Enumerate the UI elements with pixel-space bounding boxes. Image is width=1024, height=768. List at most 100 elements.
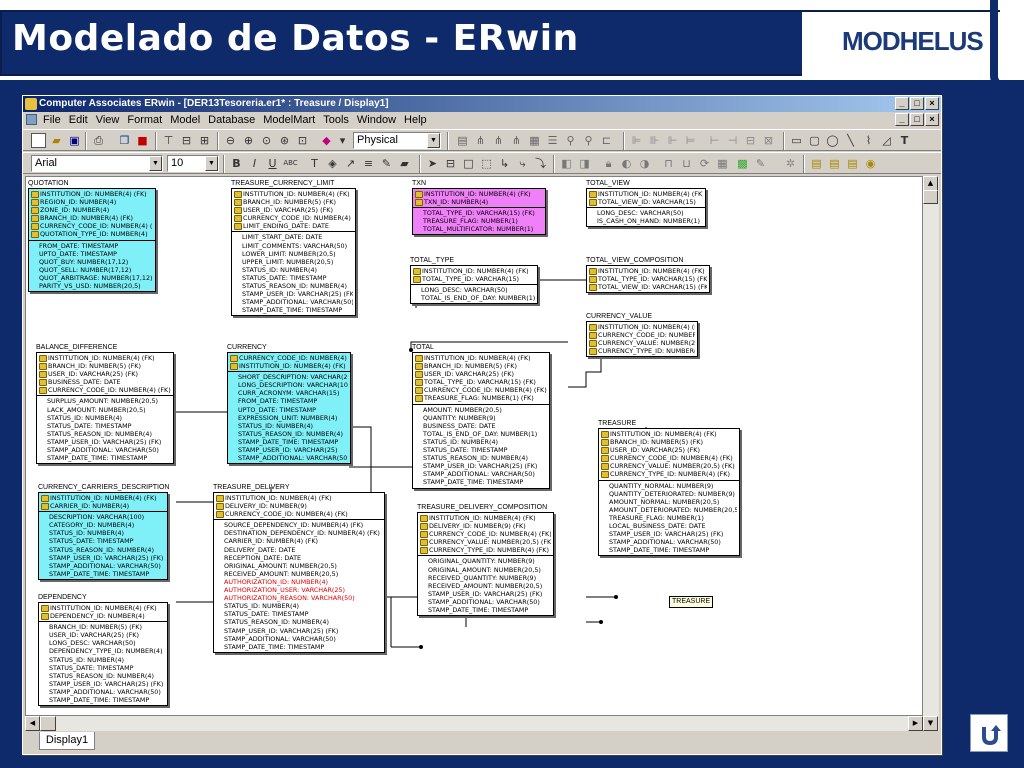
pen-color-icon[interactable]: ▰ [397,156,412,171]
align-center-icon[interactable]: ⊪ [647,133,662,148]
entity-attribute[interactable]: QUOT_BUY: NUMBER(17,12) [39,258,153,266]
entity-attribute[interactable]: STAMP_ADDITIONAL: VARCHAR(50) [238,454,348,462]
entity-treasure-currency-limit[interactable]: TREASURE_CURRENCY_LIMIT INSTITUTION_ID: N… [231,179,356,317]
key-attribute[interactable]: USER_ID: VARCHAR(25) (FK) [39,370,171,379]
polyline-icon[interactable]: ⌇ [861,133,876,148]
key-attribute[interactable]: CURRENCY_CODE_ID: NUMBER(4) (FK) [415,386,547,395]
entity-box[interactable]: INSTITUTION_ID: NUMBER(4) (FK) BRANCH_ID:… [412,352,550,489]
entity-attribute[interactable]: STAMP_DATE_TIME: TIMESTAMP [428,606,551,614]
entity-attribute[interactable]: STAMP_ADDITIONAL: VARCHAR(50) [423,470,547,478]
refresh-icon[interactable]: ⟳ [697,156,712,171]
entity-attribute[interactable]: AUTHORIZATION_USER: VARCHAR(25) [224,586,382,594]
key-attribute[interactable]: BUSINESS_DATE: DATE [39,378,171,387]
lock2-icon[interactable]: ⊓ [661,156,676,171]
entity-total-view-composition[interactable]: TOTAL_VIEW_COMPOSITION INSTITUTION_ID: NU… [586,256,710,294]
entity-total[interactable]: TOTAL INSTITUTION_ID: NUMBER(4) (FK) BRANC… [412,343,550,489]
entity-attribute[interactable]: DESCRIPTION: VARCHAR(100) [49,513,165,521]
strikethrough-icon[interactable]: ABC [283,156,298,171]
menu-edit[interactable]: Edit [65,112,92,128]
line-icon[interactable]: ╲ [843,133,858,148]
key-attribute[interactable]: INSTITUTION_ID: NUMBER(4) (FK) [589,190,703,199]
entity-attribute[interactable]: STAMP_DATE_TIME: TIMESTAMP [47,454,171,462]
rectangle-icon[interactable]: ▭ [789,133,804,148]
entity-box[interactable]: INSTITUTION_ID: NUMBER(4) (FK) BRANCH_ID:… [36,352,174,465]
entity-attribute[interactable]: STATUS_DATE: TIMESTAMP [423,446,547,454]
key-attribute[interactable]: TOTAL_VIEW_ID: VARCHAR(15) (FK) [589,283,707,292]
entity-attribute[interactable]: AMOUNT_DETERIORATED: NUMBER(20,5) [609,506,737,514]
rounded-rect-icon[interactable]: ▢ [807,133,822,148]
entity-attribute[interactable]: CARRIER_ID: NUMBER(4) (FK) [224,537,382,545]
save-icon[interactable]: ▣ [67,133,82,148]
entity-attribute[interactable]: FROM_DATE: TIMESTAMP [39,242,153,250]
entity-attribute[interactable]: STAMP_USER_ID: VARCHAR(25) (FK) [428,590,551,598]
zoom-select-icon[interactable]: ⊛ [277,133,292,148]
entity-attribute[interactable]: LOCAL_BUSINESS_DATE: DATE [609,522,737,530]
entity-box[interactable]: INSTITUTION_ID: NUMBER(4) (FK) TOTAL_VIEW… [586,188,706,228]
entity-attribute[interactable]: STATUS_ID: NUMBER(4) [238,422,348,430]
db-icon[interactable]: ◧ [559,156,574,171]
menu-modelmart[interactable]: ModelMart [259,112,319,128]
menu-window[interactable]: Window [353,112,400,128]
entity-currency[interactable]: CURRENCY CURRENCY_CODE_ID: NUMBER(4) INSTI… [227,343,351,465]
entity-attribute[interactable]: QUOT_ARBITRAGE: NUMBER(17,12) [39,274,153,282]
doc-close-button[interactable]: × [925,113,939,126]
font-size-select[interactable]: 10 ▼ [167,155,219,172]
subtype-icon[interactable]: ⊟ [179,133,194,148]
entity-box[interactable]: INSTITUTION_ID: NUMBER(4) (FK) BRANCH_ID:… [231,188,356,317]
zoom-in-icon[interactable]: ⊕ [241,133,256,148]
doc-yellow-icon[interactable]: ▤ [809,156,824,171]
zoom-out-icon[interactable]: ⊖ [223,133,238,148]
italic-button[interactable]: I [247,156,262,171]
entity-attribute[interactable]: SURPLUS_AMOUNT: NUMBER(20,5) [47,397,171,405]
many-rel-icon[interactable]: ⤵ [533,156,548,171]
ellipse-icon[interactable]: ◯ [825,133,840,148]
key-attribute[interactable]: REGION_ID: NUMBER(4) [31,198,153,207]
key-attribute[interactable]: INSTITUTION_ID: NUMBER(4) (FK) [216,494,382,503]
key-attribute[interactable]: CURRENCY_CODE_ID: NUMBER(4) (FK) [31,222,153,231]
entity-attribute[interactable]: STAMP_ADDITIONAL: VARCHAR(50) [47,446,171,454]
entity-attribute[interactable]: STATUS_DATE: TIMESTAMP [242,274,353,282]
key-attribute[interactable]: TOTAL_TYPE_ID: VARCHAR(15) [413,275,535,284]
entity-box[interactable]: INSTITUTION_ID: NUMBER(4) (FK) BRANCH_ID:… [598,428,740,557]
key-attribute[interactable]: TREASURE_FLAG: NUMBER(1) (FK) [415,394,547,403]
entity-attribute[interactable]: STAMP_ADDITIONAL: VARCHAR(50) [49,562,165,570]
key-attribute[interactable]: USER_ID: VARCHAR(25) (FK) [601,446,737,455]
db2-icon[interactable]: ◨ [577,156,592,171]
entity-balance-difference[interactable]: BALANCE_DIFFERENCE INSTITUTION_ID: NUMBER… [36,343,174,465]
entity-box[interactable]: INSTITUTION_ID: NUMBER(4) (FK) DELIVERY_I… [417,512,554,617]
entity-attribute[interactable]: STATUS_REASON_ID: NUMBER(4) [224,618,382,626]
entity-attribute[interactable]: RECEIVED_QUANTITY: NUMBER(9) [428,574,551,582]
entity-box[interactable]: INSTITUTION_ID: NUMBER(4) (FK) CARRIER_ID… [38,492,168,580]
lock3-icon[interactable]: ⊔ [679,156,694,171]
bold-button[interactable]: B [229,156,244,171]
entity-box[interactable]: INSTITUTION_ID: NUMBER(4) (FK) DELIVERY_I… [213,492,385,653]
identifying-rel-icon[interactable]: ↳ [497,156,512,171]
entity-treasure-delivery-composition[interactable]: TREASURE_DELIVERY_COMPOSITION INSTITUTION… [417,503,554,617]
entity-attribute[interactable]: USER_ID: VARCHAR(25) (FK) [49,631,165,639]
key-attribute[interactable]: INSTITUTION_ID: NUMBER(4) (FK) [420,514,551,523]
entity-attribute[interactable]: STAMP_ADDITIONAL: VARCHAR(50) [609,538,737,546]
entity-attribute[interactable]: ORIGINAL_QUANTITY: NUMBER(9) [428,557,551,565]
entity-attribute[interactable]: LONG_DESC: VARCHAR(50) [421,286,535,294]
entity-attribute[interactable]: LONG_DESCRIPTION: VARCHAR(100) [238,381,348,389]
entity-attribute[interactable]: TREASURE_FLAG: NUMBER(1) [609,514,737,522]
entity-attribute[interactable]: STATUS_DATE: TIMESTAMP [224,610,382,618]
entity-attribute[interactable]: CATEGORY_ID: NUMBER(4) [49,521,165,529]
key-attribute[interactable]: TOTAL_TYPE_ID: VARCHAR(15) (FK) [589,275,707,284]
entity-attribute[interactable]: STATUS_ID: NUMBER(4) [242,266,353,274]
entity-attribute[interactable]: AMOUNT_NORMAL: NUMBER(20,5) [609,498,737,506]
entity-attribute[interactable]: STATUS_ID: NUMBER(4) [49,656,165,664]
space-v-icon[interactable]: ⊣ [725,133,740,148]
entity-attribute[interactable]: UPPER_LIMIT: NUMBER(20,5) [242,258,353,266]
table-icon[interactable]: ▦ [527,133,542,148]
size2-icon[interactable]: ⊠ [761,133,776,148]
entity-txn[interactable]: TXN INSTITUTION_ID: NUMBER(4) (FK) TXN_ID:… [412,179,546,236]
key-attribute[interactable]: INSTITUTION_ID: NUMBER(4) (FK) [41,494,165,503]
key-attribute[interactable]: CURRENCY_VALUE: NUMBER(20,5) [589,339,695,348]
menu-file[interactable]: File [39,112,65,128]
tree-icon[interactable]: ⋔ [473,133,488,148]
entity-attribute[interactable]: STATUS_ID: NUMBER(4) [47,414,171,422]
key-attribute[interactable]: CURRENCY_CODE_ID: NUMBER(4) (FK) [589,331,695,340]
entity-attribute[interactable]: STATUS_REASON_ID: NUMBER(4) [49,546,165,554]
horizontal-scrollbar[interactable]: ◀ ▶ [25,716,923,731]
